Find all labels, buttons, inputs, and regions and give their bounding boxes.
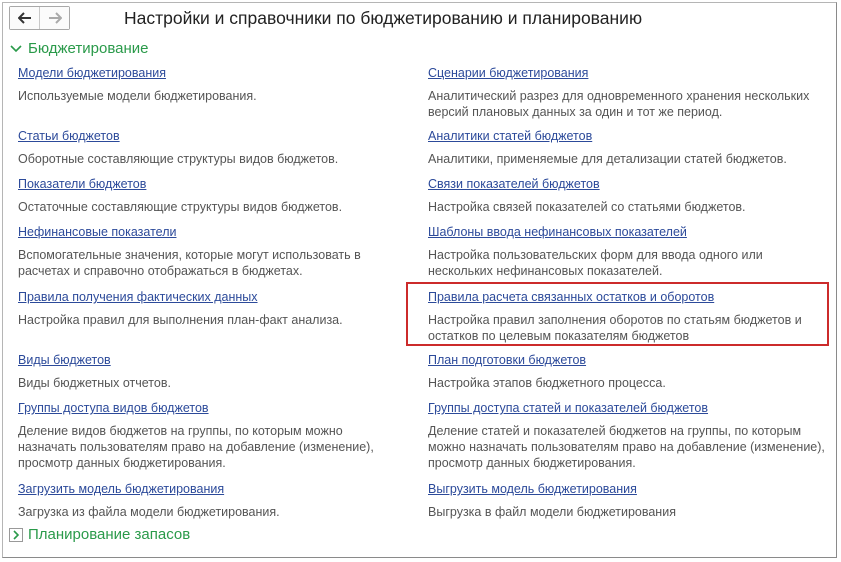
link-item-indicator-access-groups[interactable]: Группы доступа статей и показателей бюдж…	[428, 400, 708, 416]
item-description: Настройка правил для выполнения план-фак…	[18, 313, 343, 327]
list-item: Виды бюджетов Виды бюджетных отчетов.	[18, 351, 418, 391]
list-item: Загрузить модель бюджетирования Загрузка…	[18, 480, 418, 520]
list-item: Сценарии бюджетирования Аналитический ра…	[428, 64, 828, 120]
item-description: Остаточные составляющие структуры видов …	[18, 200, 343, 214]
item-description: Используемые модели бюджетирования.	[18, 89, 257, 103]
list-item: Нефинансовые показатели Вспомогательные …	[18, 223, 378, 279]
list-item: Статьи бюджетов Оборотные составляющие с…	[18, 127, 418, 167]
link-nonfinancial-indicators[interactable]: Нефинансовые показатели	[18, 224, 176, 240]
link-budget-types[interactable]: Виды бюджетов	[18, 352, 111, 368]
list-item: Модели бюджетирования Используемые модел…	[18, 64, 418, 104]
chevron-down-icon	[9, 42, 23, 56]
forward-button[interactable]	[39, 7, 69, 29]
page-title: Настройки и справочники по бюджетировани…	[124, 8, 643, 28]
forward-arrow-icon	[48, 12, 62, 24]
item-description: Выгрузка в файл модели бюджетирования	[428, 505, 676, 519]
link-budget-item-analytics[interactable]: Аналитики статей бюджетов	[428, 128, 592, 144]
group-title: Бюджетирование	[28, 40, 149, 57]
item-description: Вспомогательные значения, которые могут …	[18, 248, 361, 278]
link-budget-indicator-links[interactable]: Связи показателей бюджетов	[428, 176, 600, 192]
list-item: Правила получения фактических данных Нас…	[18, 288, 418, 328]
link-budget-models[interactable]: Модели бюджетирования	[18, 65, 166, 81]
link-budget-preparation-plan[interactable]: План подготовки бюджетов	[428, 352, 586, 368]
nav-buttons	[9, 6, 70, 30]
link-actual-data-rules[interactable]: Правила получения фактических данных	[18, 289, 258, 305]
chevron-right-icon	[9, 527, 23, 542]
link-load-budget-model[interactable]: Загрузить модель бюджетирования	[18, 481, 224, 497]
group-inventory-planning-header[interactable]: Планирование запасов	[9, 526, 190, 543]
link-budget-type-access-groups[interactable]: Группы доступа видов бюджетов	[18, 400, 209, 416]
item-description: Виды бюджетных отчетов.	[18, 376, 171, 390]
item-description: Оборотные составляющие структуры видов б…	[18, 152, 339, 166]
link-budget-indicators[interactable]: Показатели бюджетов	[18, 176, 146, 192]
back-arrow-icon	[17, 12, 31, 24]
list-item: Аналитики статей бюджетов Аналитики, при…	[428, 127, 828, 167]
item-description: Настройка связей показателей со статьями…	[428, 200, 746, 214]
list-item: Связи показателей бюджетов Настройка свя…	[428, 175, 828, 215]
list-item: Группы доступа статей и показателей бюдж…	[428, 399, 828, 471]
item-description: Деление видов бюджетов на группы, по кот…	[18, 424, 374, 470]
item-description: Настройка пользовательских форм для ввод…	[428, 248, 763, 278]
link-budget-scenarios[interactable]: Сценарии бюджетирования	[428, 65, 588, 81]
item-description: Загрузка из файла модели бюджетирования.	[18, 505, 280, 519]
list-item: Показатели бюджетов Остаточные составляю…	[18, 175, 418, 215]
list-item: План подготовки бюджетов Настройка этапо…	[428, 351, 828, 391]
back-button[interactable]	[10, 7, 39, 29]
link-nonfinancial-input-templates[interactable]: Шаблоны ввода нефинансовых показателей	[428, 224, 687, 240]
item-description: Настройка этапов бюджетного процесса.	[428, 376, 666, 390]
group-title: Планирование запасов	[28, 526, 191, 543]
list-item: Выгрузить модель бюджетирования Выгрузка…	[428, 480, 828, 520]
link-export-budget-model[interactable]: Выгрузить модель бюджетирования	[428, 481, 637, 497]
list-item: Шаблоны ввода нефинансовых показателей Н…	[428, 223, 788, 279]
item-description: Аналитики, применяемые для детализации с…	[428, 152, 787, 166]
item-description: Аналитический разрез для одновременного …	[428, 89, 810, 119]
link-budget-items[interactable]: Статьи бюджетов	[18, 128, 120, 144]
highlight-frame	[406, 282, 829, 346]
toolbar	[9, 6, 70, 30]
group-budgeting-header[interactable]: Бюджетирование	[9, 40, 148, 57]
item-description: Деление статей и показателей бюджетов на…	[428, 424, 825, 470]
list-item: Группы доступа видов бюджетов Деление ви…	[18, 399, 380, 471]
